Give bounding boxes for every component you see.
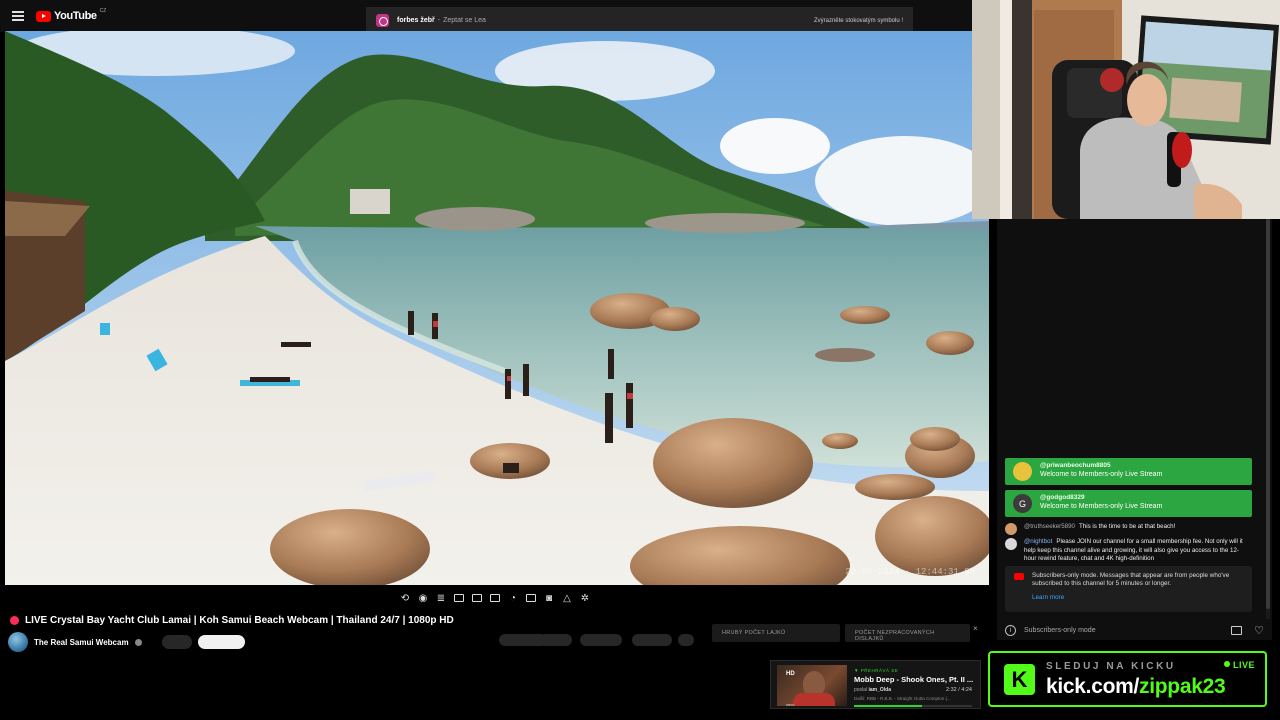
next-song: Další: RBB - R.B.B. - Straight Outta Com… [854,696,951,701]
instagram-icon [376,14,389,27]
likes-stat: HRUBÝ POČET LAJKŮ [712,624,840,642]
chat-username[interactable]: @truthseeker5890 [1024,523,1075,530]
now-playing-widget: HD vevo ▼ PŘEHRÁVÁ SE Mobb Deep - Shook … [770,660,981,709]
learn-more-link[interactable]: Learn more [1032,594,1244,602]
menu-icon[interactable] [12,11,24,21]
dislikes-stat: POČET NEZPRACOVANÝCH DISLAJKŮ [845,624,970,642]
hd-badge: HD [786,671,795,677]
speed-icon[interactable]: ◔ [506,591,520,605]
screenshot-icon[interactable]: ◙ [542,591,556,605]
emoji-icon[interactable] [1231,625,1243,635]
youtube-play-icon [36,10,51,22]
song-progress-bar [854,705,972,707]
notification-user: forbes žebř [397,17,435,24]
webcam-scene [972,0,1280,219]
more-actions-button[interactable] [678,634,694,646]
settings-icon[interactable]: ✲ [578,591,592,605]
download-button[interactable] [632,634,672,646]
miniplayer-icon[interactable] [470,591,484,605]
streamer-webcam [972,0,1280,219]
member-username[interactable]: @godgod8329 [1040,494,1246,501]
likes-stat-label: HRUBÝ POČET LAJKŮ [722,630,786,636]
theater-mode-icon[interactable] [488,591,502,605]
info-icon[interactable]: i [1005,624,1016,636]
member-message-text: Welcome to Members-only Live Stream [1040,503,1163,510]
member-welcome-message: @priwanbeochum8805 Welcome to Members-on… [1005,458,1252,485]
video-player[interactable]: 22-08-2024 · 12:44:31 SH [5,31,989,585]
member-avatar-letter: G [1018,498,1026,509]
youtube-logo[interactable]: YouTube CZ [36,8,107,22]
song-progress-fill [854,705,923,707]
share-button[interactable] [580,634,622,646]
kick-url: kick.com/zippak23 [1046,675,1226,699]
chat-username[interactable]: @nightbot [1024,538,1052,545]
channel-name[interactable]: The Real Samui Webcam [34,638,129,647]
notification-message: Zeptat se Lea [443,17,486,24]
subscribe-button[interactable] [197,635,245,649]
chat-avatar[interactable] [1005,538,1017,550]
chat-scrollbar[interactable] [1266,219,1270,619]
live-broadcast-icon[interactable]: ◉ [416,591,430,605]
member-message-text: Welcome to Members-only Live Stream [1040,471,1163,478]
member-avatar[interactable]: G [1013,494,1032,513]
video-title-row: LIVE Crystal Bay Yacht Club Lamai | Koh … [10,615,454,626]
member-welcome-message: G @godgod8329 Welcome to Members-only Li… [1005,490,1252,517]
dislike-button[interactable] [540,634,572,646]
close-icon[interactable]: × [973,624,978,633]
song-title: Mobb Deep - Shook Ones, Pt. II ... [854,675,974,684]
channel-avatar[interactable] [8,632,28,652]
beach-scene [5,31,989,585]
song-requester: poslal iam_Olda [854,687,891,693]
chat-mode-label: Subscribers-only mode [1024,626,1096,634]
kick-banner: K SLEDUJ NA KICKU LIVE kick.com/zippak23 [988,651,1267,707]
youtube-icon [1014,573,1024,580]
chat-avatar[interactable] [1005,523,1017,535]
kick-logo-icon: K [1004,664,1035,695]
now-playing-kicker: ▼ PŘEHRÁVÁ SE [854,668,899,673]
song-time: 2:32 / 4:24 [946,687,972,693]
kick-live-badge: LIVE [1224,660,1255,670]
video-title: LIVE Crystal Bay Yacht Club Lamai | Koh … [25,615,454,626]
subscribers-only-notice: Subscribers-only mode. Messages that app… [1005,566,1252,612]
chat-notification: forbes žebř - Zeptat se Lea Zvýrazněte s… [366,7,913,34]
chat-message-text: Please JOIN our channel for a small memb… [1024,538,1243,562]
requester-name: iam_Olda [868,687,891,693]
thumbnail-body [793,693,835,706]
notification-separator: - [437,17,441,24]
kick-url-prefix: kick.com/ [1046,675,1140,698]
youtube-wordmark: YouTube [54,10,97,22]
loop-icon[interactable]: ⟲ [398,591,412,605]
channel-row: The Real Samui Webcam [8,632,245,652]
player-controls: ⟲ ◉ ≣ ◔ ◙ △ ✲ [398,591,592,605]
subscribers-notice-text: Subscribers-only mode. Messages that app… [1032,572,1230,587]
heart-icon[interactable]: ♡ [1254,624,1264,637]
member-avatar[interactable] [1013,462,1032,481]
kick-headline: SLEDUJ NA KICKU [1046,661,1176,672]
verified-icon [134,638,142,646]
video-timestamp: 22-08-2024 · 12:44:31 SH [845,567,975,577]
kick-url-name: zippak23 [1139,675,1226,698]
vevo-label: vevo [786,702,795,706]
chat-message: @nightbot Please JOIN our channel for a s… [1005,538,1251,564]
chat-input-row: i Subscribers-only mode ♡ [1005,622,1264,638]
song-thumbnail: HD vevo [777,665,847,706]
playlist-icon[interactable]: ≣ [434,591,448,605]
live-dot-icon [10,616,19,625]
filter-icon[interactable]: △ [560,591,574,605]
dislikes-stat-label: POČET NEZPRACOVANÝCH DISLAJKŮ [855,630,935,642]
chat-message-text: This is the time to be at that beach! [1079,523,1176,530]
region-label: CZ [99,8,107,14]
calendar-icon[interactable] [452,591,466,605]
chat-message: @truthseeker5890 This is the time to be a… [1005,523,1251,535]
picture-in-picture-icon[interactable] [524,591,538,605]
requester-prefix: poslal [854,687,868,693]
notification-hint: Zvýrazněte stokovatým symbolu ! [813,17,903,24]
member-username[interactable]: @priwanbeochum8805 [1040,462,1246,469]
join-button[interactable] [161,635,192,649]
